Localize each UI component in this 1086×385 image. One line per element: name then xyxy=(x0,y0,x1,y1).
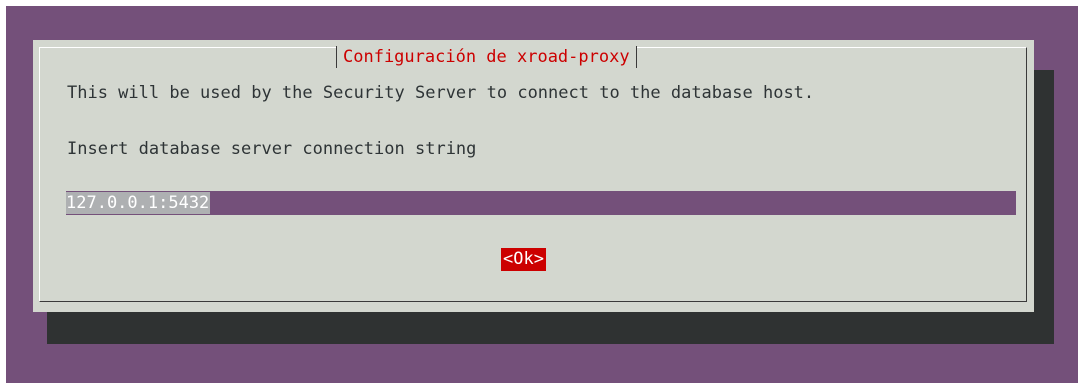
connection-string-value[interactable]: 127.0.0.1:5432 xyxy=(66,192,211,214)
connection-string-input[interactable]: 127.0.0.1:5432 xyxy=(66,191,1016,215)
connection-string-prompt: Insert database server connection string xyxy=(67,139,477,159)
dialog-title: Configuración de xroad-proxy xyxy=(336,46,637,68)
terminal-screen: Configuración de xroad-proxy This will b… xyxy=(6,6,1078,383)
dialog-frame: Configuración de xroad-proxy This will b… xyxy=(39,46,1027,302)
dialog-description: This will be used by the Security Server… xyxy=(67,83,815,103)
config-dialog: Configuración de xroad-proxy This will b… xyxy=(33,40,1034,312)
ok-button[interactable]: <Ok> xyxy=(501,248,546,271)
